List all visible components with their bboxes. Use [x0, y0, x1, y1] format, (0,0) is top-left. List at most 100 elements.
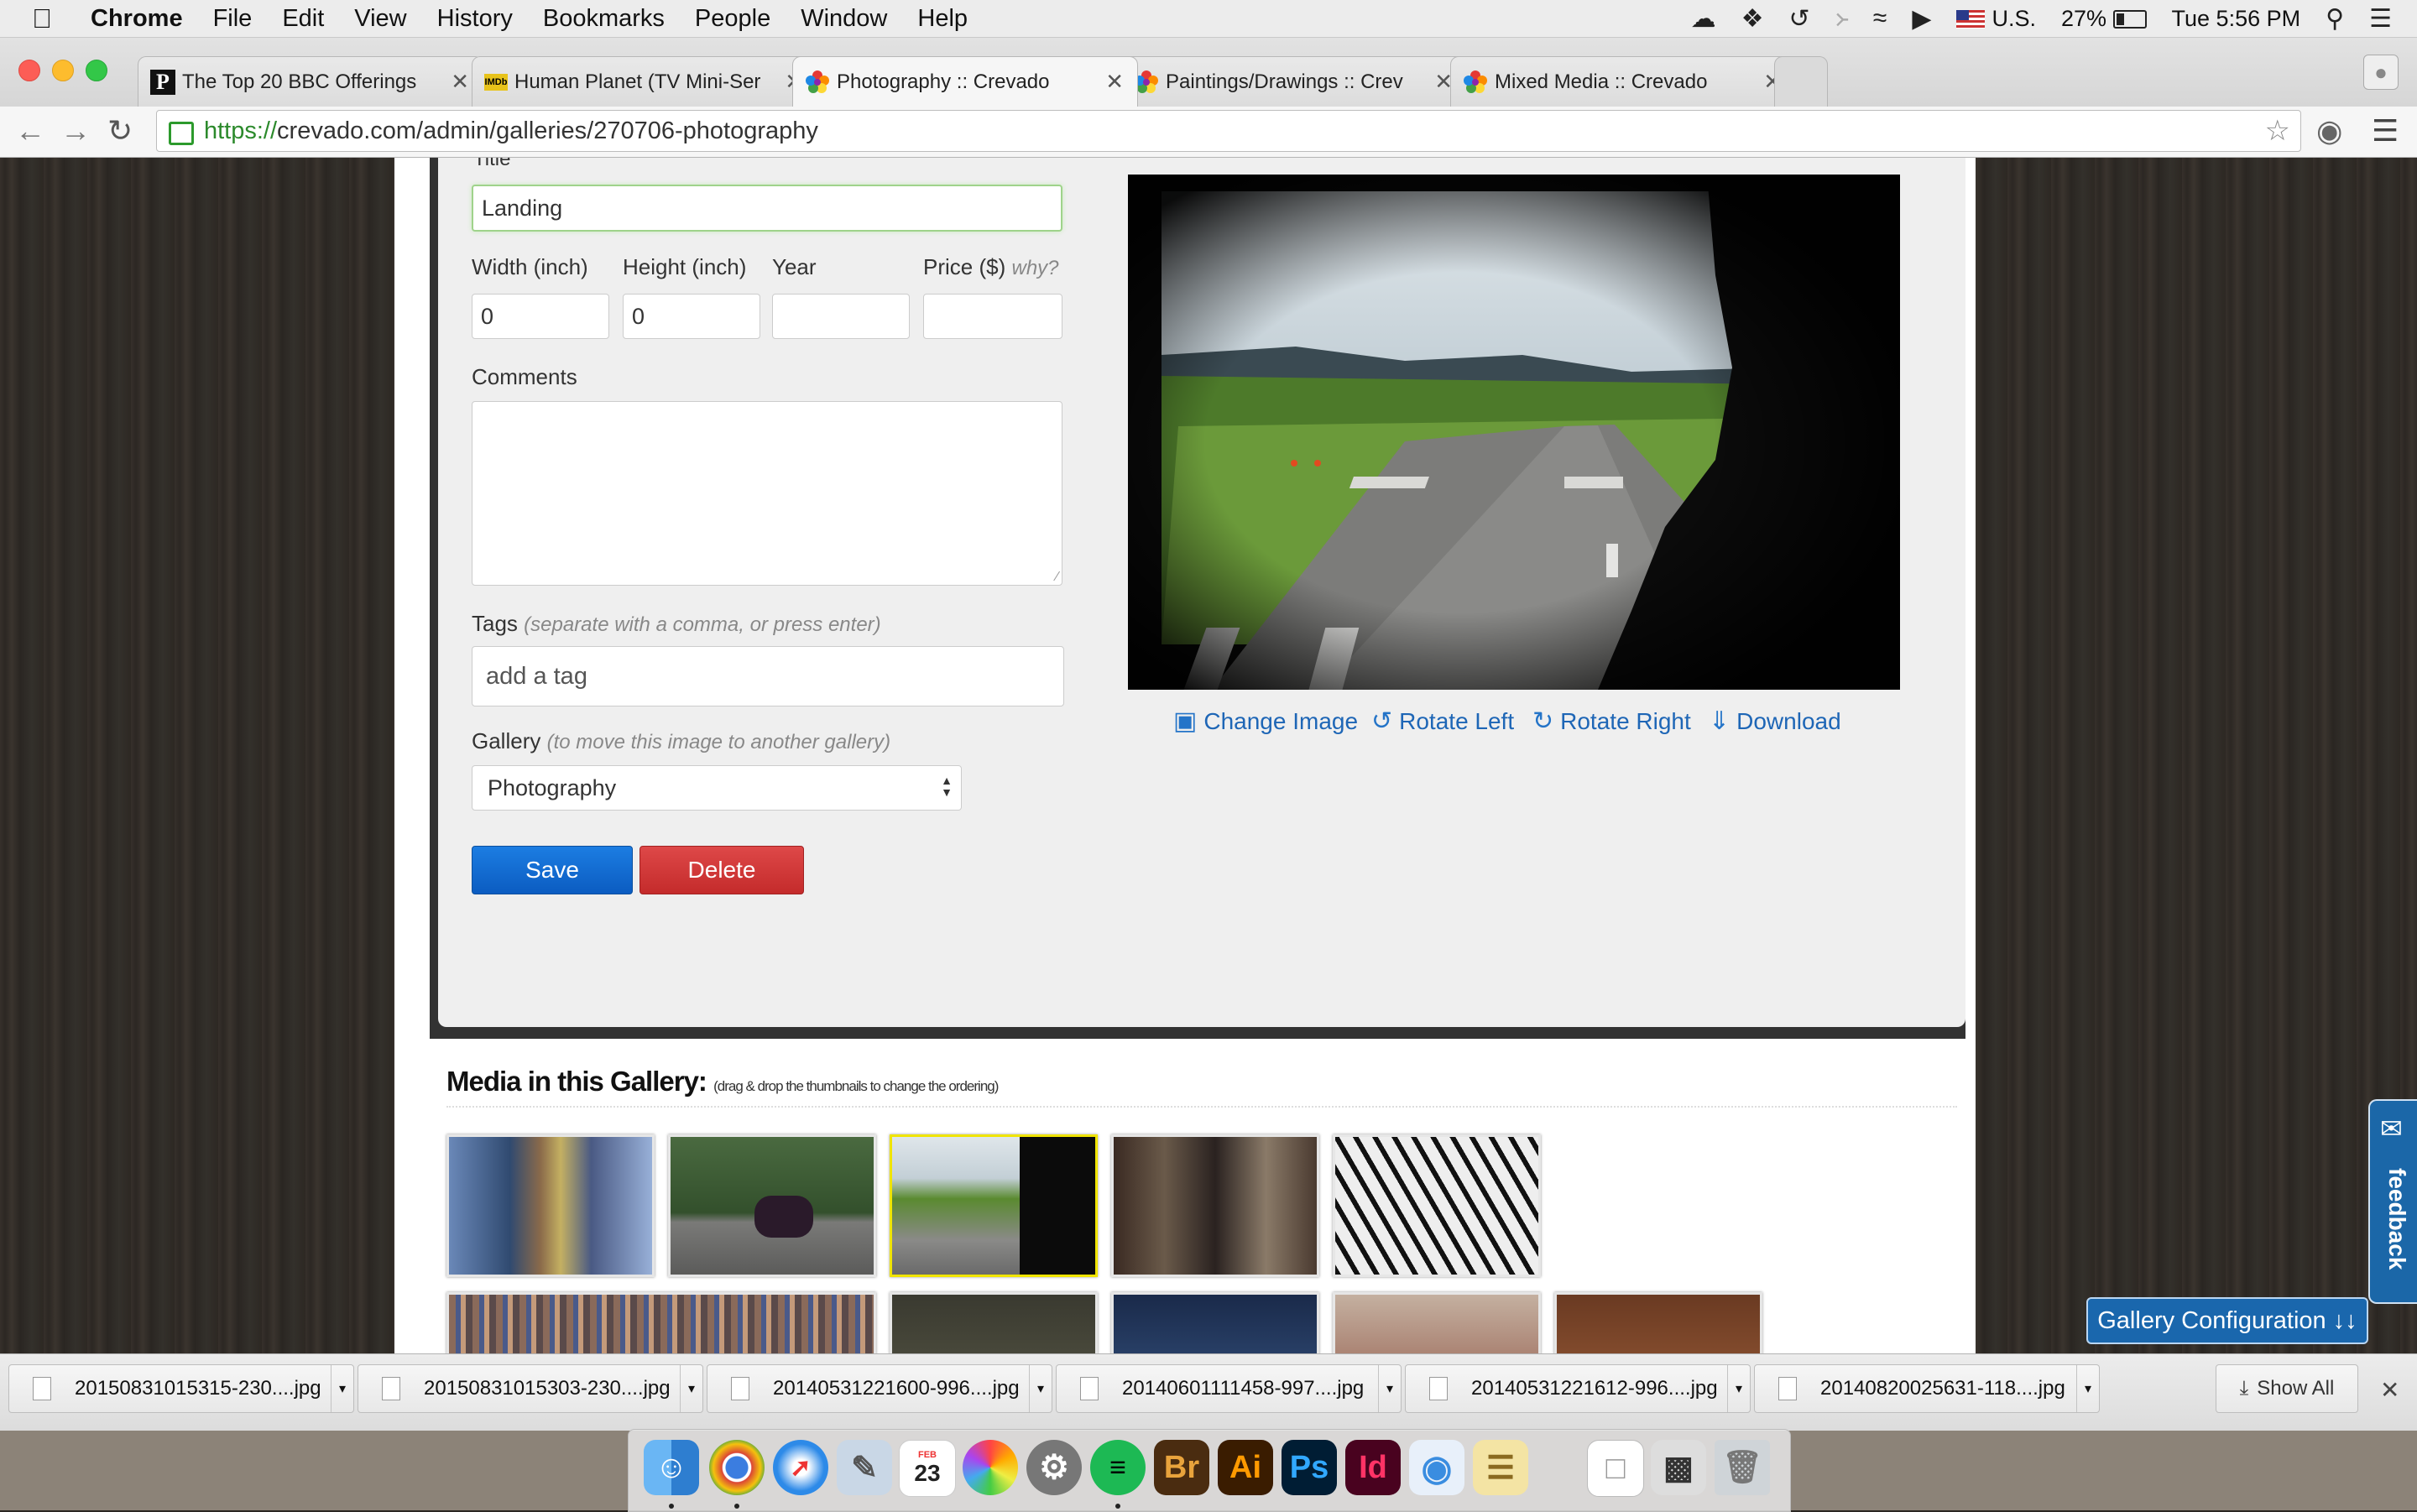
finder-icon[interactable]: ☺: [644, 1440, 699, 1495]
bookmark-star-icon[interactable]: ☆: [2265, 114, 2290, 148]
trash-icon[interactable]: 🗑: [1715, 1440, 1770, 1495]
gallery-thumbnail[interactable]: [1333, 1292, 1541, 1353]
price-why-link[interactable]: why?: [1011, 257, 1058, 279]
chrome-icon[interactable]: [709, 1440, 765, 1495]
menu-view[interactable]: View: [354, 5, 406, 33]
gallery-thumbnail[interactable]: [1554, 1292, 1762, 1353]
system-preferences-icon[interactable]: ⚙: [1026, 1440, 1082, 1495]
tab-bbc-offerings[interactable]: P The Top 20 BBC Offerings ✕: [138, 56, 483, 107]
preview-icon[interactable]: ✎: [837, 1440, 892, 1495]
screenshot-icon[interactable]: ▩: [1651, 1440, 1706, 1495]
tab-close-icon[interactable]: ✕: [1105, 69, 1124, 95]
menu-file[interactable]: File: [213, 5, 253, 33]
indesign-icon[interactable]: Id: [1345, 1440, 1401, 1495]
download-menu-arrow-icon[interactable]: ▾: [1029, 1365, 1052, 1412]
change-image-link[interactable]: ▣ Change Image: [1173, 706, 1358, 736]
apple-menu-icon[interactable]: : [32, 3, 62, 34]
new-tab-button[interactable]: [1774, 56, 1828, 107]
time-machine-icon[interactable]: ↺: [1789, 4, 1810, 34]
window-minimize-button[interactable]: [52, 60, 74, 81]
notes-icon[interactable]: ☰: [1473, 1440, 1528, 1495]
safari-icon[interactable]: ➚: [773, 1440, 828, 1495]
feedback-tab[interactable]: ✉ feedback: [2368, 1099, 2417, 1304]
width-input[interactable]: 0: [472, 294, 609, 339]
gallery-thumbnail[interactable]: [446, 1292, 876, 1353]
notification-center-icon[interactable]: ☰: [2369, 4, 2392, 34]
tab-paintings-drawings[interactable]: Paintings/Drawings :: Crev ✕: [1121, 56, 1467, 107]
download-item[interactable]: 20140601111458-997....jpg ▾: [1056, 1364, 1402, 1413]
download-item[interactable]: 20140531221612-996....jpg ▾: [1405, 1364, 1751, 1413]
calendar-icon[interactable]: FEB 23: [899, 1440, 956, 1497]
download-item[interactable]: 20140531221600-996....jpg ▾: [707, 1364, 1052, 1413]
rotate-left-link[interactable]: ↺ Rotate Left: [1371, 706, 1514, 736]
tab-close-icon[interactable]: ✕: [451, 69, 469, 95]
height-input[interactable]: 0: [623, 294, 760, 339]
spotlight-search-icon[interactable]: ⚲: [2326, 4, 2344, 34]
window-zoom-button[interactable]: [86, 60, 107, 81]
gallery-thumbnail[interactable]: [890, 1292, 1098, 1353]
menu-help[interactable]: Help: [917, 5, 968, 33]
comments-textarea[interactable]: ∕: [472, 401, 1062, 586]
resize-handle-icon[interactable]: ∕: [1056, 570, 1058, 585]
dropbox-icon[interactable]: ❖: [1741, 4, 1764, 34]
extension-icon[interactable]: ◉: [2316, 113, 2342, 149]
illustrator-icon[interactable]: Ai: [1218, 1440, 1273, 1495]
menu-edit[interactable]: Edit: [282, 5, 324, 33]
download-menu-arrow-icon[interactable]: ▾: [331, 1365, 353, 1412]
gallery-thumbnail[interactable]: [1111, 1134, 1319, 1277]
chrome-menu-icon[interactable]: ☰: [2372, 113, 2399, 149]
clock[interactable]: Tue 5:56 PM: [2172, 6, 2301, 32]
messages-icon[interactable]: ◉: [1409, 1440, 1464, 1495]
download-link[interactable]: ⇓ Download: [1709, 706, 1841, 736]
download-item[interactable]: 20140820025631-118....jpg ▾: [1754, 1364, 2100, 1413]
gallery-thumbnail[interactable]: [446, 1134, 655, 1277]
profile-icon[interactable]: ●: [2363, 55, 2399, 90]
battery-status[interactable]: 27%: [2061, 6, 2147, 32]
tags-input[interactable]: add a tag: [472, 646, 1064, 706]
menu-app-name[interactable]: Chrome: [91, 5, 183, 33]
photoshop-icon[interactable]: Ps: [1282, 1440, 1337, 1495]
tab-title: Photography :: Crevado: [837, 70, 1050, 93]
tab-photography-crevado[interactable]: Photography :: Crevado ✕: [792, 56, 1138, 107]
gallery-configuration-button[interactable]: Gallery Configuration ↓↓: [2086, 1297, 2368, 1344]
menu-bookmarks[interactable]: Bookmarks: [543, 5, 665, 33]
year-input[interactable]: [772, 294, 910, 339]
menu-history[interactable]: History: [437, 5, 513, 33]
delete-button[interactable]: Delete: [639, 846, 804, 894]
close-shelf-icon[interactable]: ✕: [2380, 1376, 2399, 1404]
menu-window[interactable]: Window: [801, 5, 887, 33]
back-arrow-icon[interactable]: ←: [15, 113, 45, 149]
download-menu-arrow-icon[interactable]: ▾: [2076, 1365, 2099, 1412]
address-bar[interactable]: https://crevado.com/admin/galleries/2707…: [156, 110, 2301, 152]
download-item[interactable]: 20150831015303-230....jpg ▾: [358, 1364, 703, 1413]
spotify-icon[interactable]: ≡: [1090, 1440, 1146, 1495]
creative-cloud-icon[interactable]: ☁: [1691, 4, 1716, 34]
reload-icon[interactable]: ↻: [107, 113, 133, 149]
download-menu-arrow-icon[interactable]: ▾: [1378, 1365, 1401, 1412]
menu-people[interactable]: People: [695, 5, 770, 33]
save-button[interactable]: Save: [472, 846, 633, 894]
wifi-icon[interactable]: ≈: [1873, 4, 1887, 33]
title-input[interactable]: Landing: [472, 185, 1062, 232]
volume-icon[interactable]: ▶: [1912, 4, 1931, 34]
gallery-thumbnail[interactable]: [1111, 1292, 1319, 1353]
gallery-thumbnail[interactable]: [668, 1134, 876, 1277]
document-icon[interactable]: □: [1587, 1440, 1644, 1497]
download-menu-arrow-icon[interactable]: ▾: [1727, 1365, 1750, 1412]
show-all-downloads-button[interactable]: ⤓ Show All: [2216, 1364, 2358, 1413]
download-menu-arrow-icon[interactable]: ▾: [680, 1365, 702, 1412]
bluetooth-icon[interactable]: ᚛: [1835, 4, 1848, 34]
gallery-thumbnail-selected[interactable]: [890, 1134, 1098, 1277]
tab-human-planet[interactable]: IMDb Human Planet (TV Mini-Ser ✕: [472, 56, 817, 107]
input-source[interactable]: U.S.: [1956, 6, 2036, 32]
tab-mixed-media[interactable]: Mixed Media :: Crevado ✕: [1450, 56, 1796, 107]
forward-arrow-icon[interactable]: →: [60, 113, 91, 149]
price-input[interactable]: [923, 294, 1062, 339]
rotate-right-link[interactable]: ↻ Rotate Right: [1532, 706, 1691, 736]
photos-icon[interactable]: [963, 1440, 1018, 1495]
gallery-select[interactable]: Photography ▲ ▼: [472, 765, 962, 811]
download-item[interactable]: 20150831015315-230....jpg ▾: [8, 1364, 354, 1413]
gallery-thumbnail[interactable]: [1333, 1134, 1541, 1277]
window-close-button[interactable]: [18, 60, 40, 81]
bridge-icon[interactable]: Br: [1154, 1440, 1209, 1495]
